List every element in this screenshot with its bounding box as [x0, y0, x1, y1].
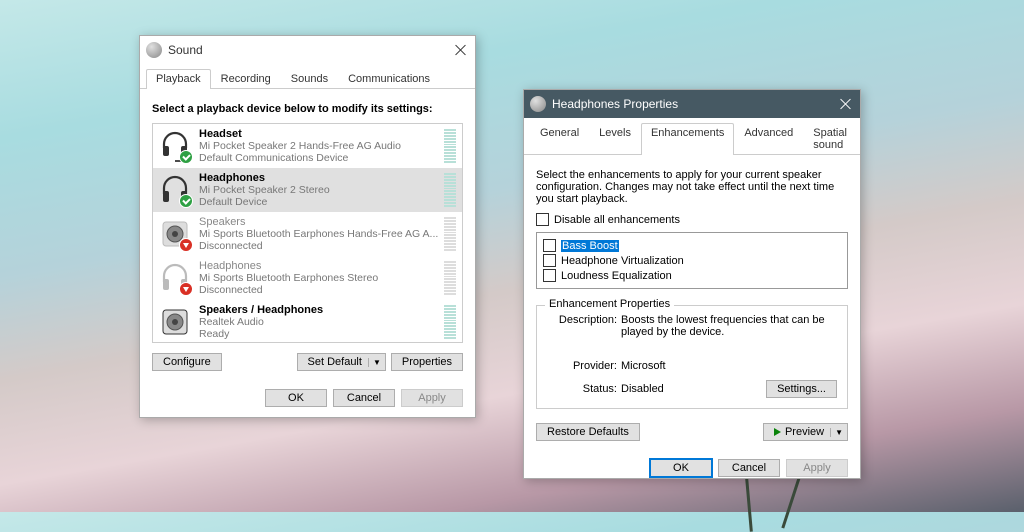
ok-button[interactable]: OK	[265, 389, 327, 407]
fieldset-legend: Enhancement Properties	[545, 298, 674, 310]
cancel-button[interactable]: Cancel	[718, 459, 780, 477]
device-text: SpeakersMi Sports Bluetooth Earphones Ha…	[199, 216, 440, 253]
device-speakers-headphones[interactable]: Speakers / HeadphonesRealtek AudioReady	[153, 300, 462, 343]
enhancement-bass-boost[interactable]: Bass Boost	[543, 239, 841, 252]
close-icon[interactable]	[838, 96, 854, 112]
status-value: Disabled	[621, 383, 664, 395]
sound-icon	[146, 42, 162, 58]
tab-sounds[interactable]: Sounds	[281, 69, 338, 88]
sound-window: Sound PlaybackRecordingSoundsCommunicati…	[139, 35, 476, 418]
enhancements-list[interactable]: Bass Boost Headphone Virtualization Loudne…	[536, 232, 848, 289]
level-meter-icon	[444, 261, 456, 295]
apply-button[interactable]: Apply	[401, 389, 463, 407]
device-headphones[interactable]: HeadphonesMi Pocket Speaker 2 StereoDefa…	[153, 168, 462, 212]
description-value: Boosts the lowest frequencies that can b…	[621, 314, 837, 338]
provider-label: Provider:	[547, 360, 617, 372]
device-text: HeadsetMi Pocket Speaker 2 Hands-Free AG…	[199, 128, 440, 165]
checkbox-icon	[543, 239, 556, 252]
description-label: Description:	[547, 314, 617, 338]
set-default-button[interactable]: Set Default▼	[297, 353, 386, 371]
tab-enhancements[interactable]: Enhancements	[641, 123, 734, 155]
provider-value: Microsoft	[621, 360, 837, 372]
headphones-icon	[530, 96, 546, 112]
tab-general[interactable]: General	[530, 123, 589, 154]
tab-levels[interactable]: Levels	[589, 123, 641, 154]
apply-button[interactable]: Apply	[786, 459, 848, 477]
checkbox-icon	[536, 213, 549, 226]
headphones-properties-window: Headphones Properties GeneralLevelsEnhan…	[523, 89, 861, 479]
tab-advanced[interactable]: Advanced	[734, 123, 803, 154]
ok-button[interactable]: OK	[650, 459, 712, 477]
enhancement-headphone-virtualization[interactable]: Headphone Virtualization	[543, 254, 841, 267]
level-meter-icon	[444, 305, 456, 339]
cancel-button[interactable]: Cancel	[333, 389, 395, 407]
tab-recording[interactable]: Recording	[211, 69, 281, 88]
headphones-icon	[159, 262, 191, 294]
props-titlebar[interactable]: Headphones Properties	[524, 90, 860, 118]
sound-title: Sound	[168, 43, 203, 57]
level-meter-icon	[444, 173, 456, 207]
device-text: HeadphonesMi Sports Bluetooth Earphones …	[199, 260, 440, 297]
check-badge-icon	[179, 194, 193, 208]
device-list[interactable]: HeadsetMi Pocket Speaker 2 Hands-Free AG…	[152, 123, 463, 343]
checkbox-icon	[543, 269, 556, 282]
enhancements-instruction: Select the enhancements to apply for you…	[536, 169, 848, 205]
close-icon[interactable]	[453, 42, 469, 58]
tab-playback[interactable]: Playback	[146, 69, 211, 89]
enhancement-properties-group: Enhancement Properties Description: Boos…	[536, 305, 848, 409]
speaker-icon	[159, 306, 191, 338]
settings-button[interactable]: Settings...	[766, 380, 837, 398]
checkbox-icon	[543, 254, 556, 267]
properties-button[interactable]: Properties	[391, 353, 463, 371]
level-meter-icon	[444, 217, 456, 251]
preview-button[interactable]: Preview▼	[763, 423, 848, 441]
device-speakers[interactable]: SpeakersMi Sports Bluetooth Earphones Ha…	[153, 212, 462, 256]
status-label: Status:	[547, 383, 617, 395]
device-headphones[interactable]: HeadphonesMi Sports Bluetooth Earphones …	[153, 256, 462, 300]
enhancement-label: Loudness Equalization	[561, 270, 672, 282]
headphones-icon	[159, 174, 191, 206]
props-title: Headphones Properties	[552, 97, 678, 111]
tab-communications[interactable]: Communications	[338, 69, 440, 88]
playback-instruction: Select a playback device below to modify…	[152, 103, 463, 115]
sound-titlebar[interactable]: Sound	[140, 36, 475, 64]
speaker-icon	[159, 218, 191, 250]
enhancement-label: Bass Boost	[561, 240, 619, 252]
sound-tabstrip: PlaybackRecordingSoundsCommunications	[140, 64, 475, 89]
down-badge-icon	[179, 282, 193, 296]
enhancement-loudness-equalization[interactable]: Loudness Equalization	[543, 269, 841, 282]
device-text: HeadphonesMi Pocket Speaker 2 StereoDefa…	[199, 172, 440, 209]
device-headset[interactable]: HeadsetMi Pocket Speaker 2 Hands-Free AG…	[153, 124, 462, 168]
device-text: Speakers / HeadphonesRealtek AudioReady	[199, 304, 440, 341]
disable-all-checkbox[interactable]: Disable all enhancements	[536, 213, 848, 226]
props-tabstrip: GeneralLevelsEnhancementsAdvancedSpatial…	[524, 118, 860, 155]
restore-defaults-button[interactable]: Restore Defaults	[536, 423, 640, 441]
enhancement-label: Headphone Virtualization	[561, 255, 684, 267]
level-meter-icon	[444, 129, 456, 163]
down-badge-icon	[179, 238, 193, 252]
headset-icon	[159, 130, 191, 162]
check-badge-icon	[179, 150, 193, 164]
tab-spatial-sound[interactable]: Spatial sound	[803, 123, 857, 154]
configure-button[interactable]: Configure	[152, 353, 222, 371]
